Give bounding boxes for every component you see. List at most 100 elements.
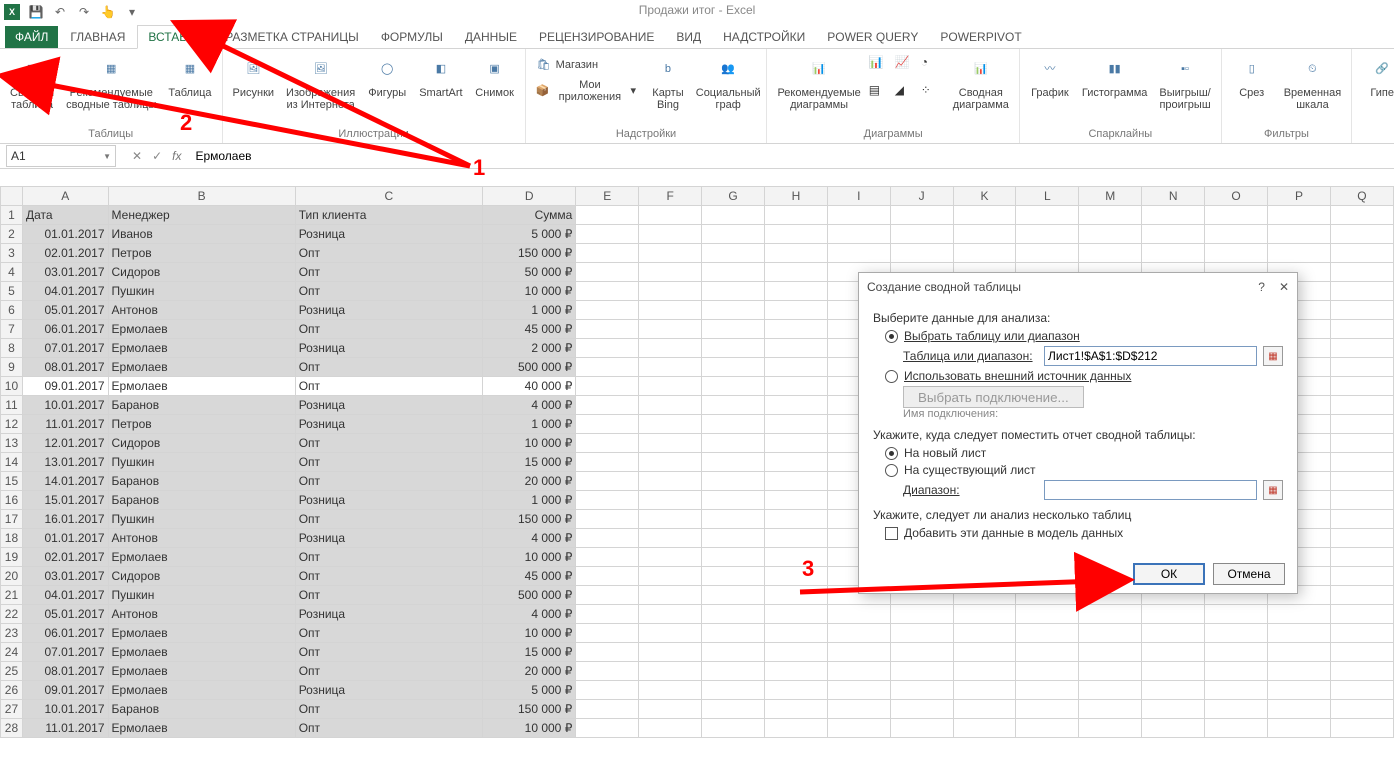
cell-empty[interactable] [639,263,702,282]
tab-addins[interactable]: НАДСТРОЙКИ [713,26,815,48]
cell-empty[interactable] [702,605,765,624]
cell-D17[interactable]: 150 000 ₽ [483,510,576,529]
row-header-26[interactable]: 26 [1,681,23,700]
sparkline-line-button[interactable]: 〰График [1026,51,1074,101]
cell-empty[interactable] [1205,681,1268,700]
cell-B5[interactable]: Пушкин [108,282,295,301]
cell-empty[interactable] [765,662,828,681]
cell-empty[interactable] [1330,662,1393,681]
cell-C3[interactable]: Опт [295,244,482,263]
cell-empty[interactable] [765,681,828,700]
cell-A14[interactable]: 13.01.2017 [22,453,108,472]
cell-empty[interactable] [702,434,765,453]
cell-empty[interactable] [765,434,828,453]
cell-C10[interactable]: Опт [295,377,482,396]
cell-A20[interactable]: 03.01.2017 [22,567,108,586]
col-header-G[interactable]: G [702,187,765,206]
cell-empty[interactable] [576,681,639,700]
cell-B17[interactable]: Пушкин [108,510,295,529]
cell-empty[interactable] [890,244,953,263]
cell-empty[interactable] [765,624,828,643]
cell-empty[interactable] [953,681,1016,700]
touch-mode-icon[interactable]: 👆 [100,4,116,20]
row-header-14[interactable]: 14 [1,453,23,472]
cell-empty[interactable] [765,225,828,244]
cell-empty[interactable] [1142,681,1205,700]
cell-B2[interactable]: Иванов [108,225,295,244]
cell-empty[interactable] [827,605,890,624]
cell-empty[interactable] [1330,225,1393,244]
cell-empty[interactable] [639,415,702,434]
col-header-M[interactable]: M [1079,187,1142,206]
name-box[interactable]: A1▼ [6,145,116,167]
cell-empty[interactable] [827,643,890,662]
cell-empty[interactable] [1142,225,1205,244]
cell-empty[interactable] [1142,244,1205,263]
hyperlink-button[interactable]: 🔗Гипе [1358,51,1394,101]
timeline-button[interactable]: ⏲Временная шкала [1280,51,1345,113]
cell-empty[interactable] [1268,225,1331,244]
cell-empty[interactable] [765,244,828,263]
col-header-L[interactable]: L [1016,187,1079,206]
row-header-1[interactable]: 1 [1,206,23,225]
cell-empty[interactable] [765,586,828,605]
cell-empty[interactable] [639,320,702,339]
cell-empty[interactable] [1205,643,1268,662]
row-header-27[interactable]: 27 [1,700,23,719]
col-header-C[interactable]: C [295,187,482,206]
cell-empty[interactable] [1016,206,1079,225]
cell-D6[interactable]: 1 000 ₽ [483,301,576,320]
cell-C4[interactable]: Опт [295,263,482,282]
cell-empty[interactable] [765,700,828,719]
cell-empty[interactable] [1079,700,1142,719]
cell-empty[interactable] [1142,719,1205,738]
cell-empty[interactable] [953,624,1016,643]
cell-B22[interactable]: Антонов [108,605,295,624]
col-header-D[interactable]: D [483,187,576,206]
cell-D18[interactable]: 4 000 ₽ [483,529,576,548]
cell-empty[interactable] [765,529,828,548]
row-header-9[interactable]: 9 [1,358,23,377]
cell-empty[interactable] [576,358,639,377]
cell-empty[interactable] [890,662,953,681]
col-header-P[interactable]: P [1268,187,1331,206]
cell-B15[interactable]: Баранов [108,472,295,491]
cell-empty[interactable] [1205,662,1268,681]
save-icon[interactable]: 💾 [28,4,44,20]
cell-empty[interactable] [639,396,702,415]
cell-empty[interactable] [827,719,890,738]
cell-D15[interactable]: 20 000 ₽ [483,472,576,491]
qat-dropdown-icon[interactable]: ▾ [124,4,140,20]
cell-B24[interactable]: Ермолаев [108,643,295,662]
cell-empty[interactable] [702,662,765,681]
cell-empty[interactable] [576,301,639,320]
cell-empty[interactable] [765,320,828,339]
cell-empty[interactable] [765,643,828,662]
cell-empty[interactable] [1205,225,1268,244]
col-header-H[interactable]: H [765,187,828,206]
cell-B9[interactable]: Ермолаев [108,358,295,377]
cell-D28[interactable]: 10 000 ₽ [483,719,576,738]
column-chart-icon[interactable]: 📊 [869,55,893,81]
cell-B21[interactable]: Пушкин [108,586,295,605]
cell-B1[interactable]: Менеджер [108,206,295,225]
cell-empty[interactable] [639,358,702,377]
cell-B8[interactable]: Ермолаев [108,339,295,358]
cancel-formula-icon[interactable]: ✕ [132,149,142,163]
row-header-28[interactable]: 28 [1,719,23,738]
cell-empty[interactable] [1268,605,1331,624]
cell-A11[interactable]: 10.01.2017 [22,396,108,415]
tab-view[interactable]: ВИД [666,26,711,48]
cell-D4[interactable]: 50 000 ₽ [483,263,576,282]
cell-empty[interactable] [702,586,765,605]
pie-chart-icon[interactable]: ◔ [921,55,945,81]
cell-empty[interactable] [1205,244,1268,263]
row-header-16[interactable]: 16 [1,491,23,510]
row-header-25[interactable]: 25 [1,662,23,681]
cell-D2[interactable]: 5 000 ₽ [483,225,576,244]
cell-A8[interactable]: 07.01.2017 [22,339,108,358]
cell-empty[interactable] [1016,662,1079,681]
cell-B3[interactable]: Петров [108,244,295,263]
cell-empty[interactable] [702,263,765,282]
cell-empty[interactable] [1330,377,1393,396]
